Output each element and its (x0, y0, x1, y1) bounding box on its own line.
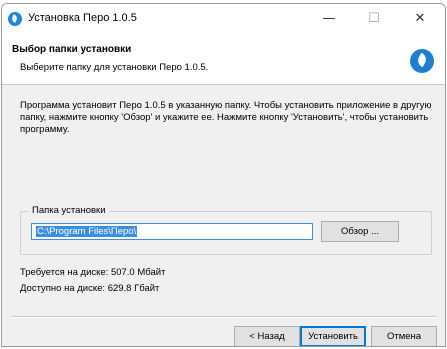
page-subtitle: Выберите папку для установки Перо 1.0.5. (20, 62, 209, 73)
available-space-text: Доступно на диске: 629.8 Гбайт (20, 283, 160, 294)
feather-pen-icon (410, 49, 434, 73)
page-title: Выбор папки установки (12, 44, 132, 55)
install-folder-legend: Папка установки (29, 205, 109, 216)
wizard-header: Выбор папки установки Выберите папку для… (2, 34, 445, 85)
cancel-button[interactable]: Отмена (371, 326, 437, 346)
footer-divider (12, 316, 436, 318)
maximize-button[interactable]: ☐ (352, 4, 396, 34)
install-button[interactable]: Установить (300, 326, 366, 346)
app-feather-icon (8, 12, 22, 26)
browse-button[interactable]: Обзор ... (321, 221, 399, 242)
window-title: Установка Перо 1.0.5 (28, 12, 137, 24)
required-space-text: Требуется на диске: 507.0 Мбайт (20, 267, 166, 278)
install-path-input[interactable]: C:\Program Files\Перо\ (31, 223, 313, 240)
back-button[interactable]: < Назад (234, 326, 300, 346)
minimize-button[interactable]: — (307, 4, 351, 34)
install-path-value: C:\Program Files\Перо\ (36, 226, 138, 237)
description-text: Программа установит Перо 1.0.5 в указанн… (20, 100, 432, 135)
close-button[interactable]: ✕ (398, 4, 442, 34)
title-bar: Установка Перо 1.0.5 — ☐ ✕ (2, 4, 445, 34)
installer-window: Установка Перо 1.0.5 — ☐ ✕ Выбор папки у… (1, 3, 446, 347)
